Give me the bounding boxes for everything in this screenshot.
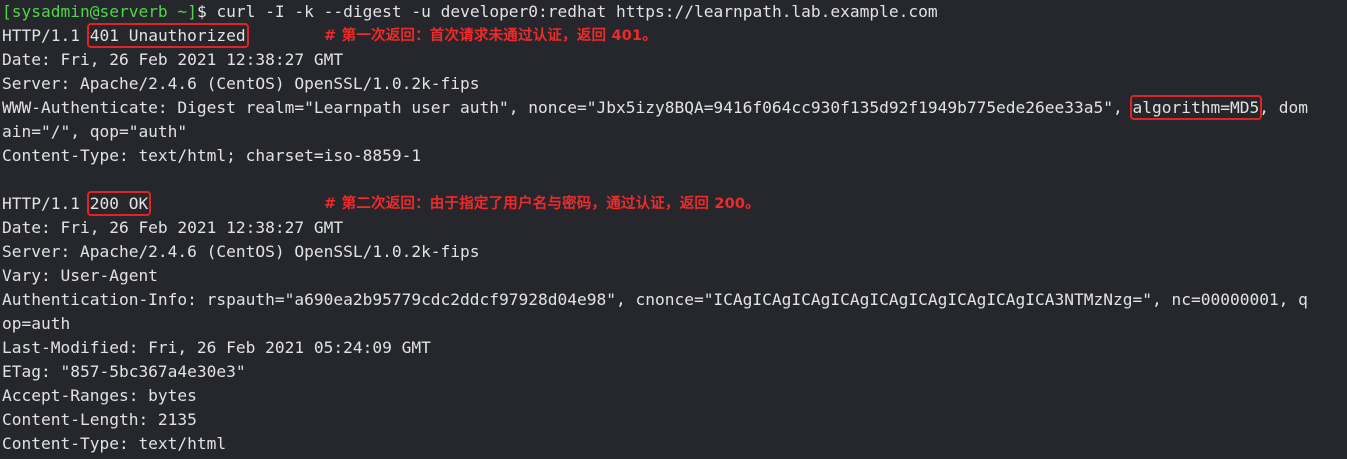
response1-server: Server: Apache/2.4.6 (CentOS) OpenSSL/1.…	[2, 74, 480, 93]
response2-status-prefix: HTTP/1.1	[2, 194, 90, 213]
response1-status-prefix: HTTP/1.1	[2, 26, 90, 45]
prompt-user-host: sysadmin@serverb	[11, 2, 168, 21]
prompt-line: [sysadmin@serverb ~]$ curl -I -k --diges…	[2, 0, 1347, 24]
response2-etag: ETag: "857-5bc367a4e30e3"	[2, 362, 246, 381]
response2-content-type: Content-Type: text/html	[2, 434, 227, 453]
response2-date: Date: Fri, 26 Feb 2021 12:38:27 GMT	[2, 218, 344, 237]
response2-status-line: HTTP/1.1 200 OK # 第二次返回：由于指定了用户名与密码，通过认证，…	[2, 191, 1347, 216]
terminal-window[interactable]: [sysadmin@serverb ~]$ curl -I -k --diges…	[0, 0, 1347, 459]
response1-www-authenticate-cont: ain="/", qop="auth"	[2, 122, 188, 141]
response2-vary: Vary: User-Agent	[2, 266, 158, 285]
response2-content-length: Content-Length: 2135	[2, 410, 197, 429]
response2-last-modified: Last-Modified: Fri, 26 Feb 2021 05:24:09…	[2, 338, 431, 357]
www-auth-suffix: , dom	[1259, 98, 1308, 117]
response2-status-highlight: 200 OK	[86, 191, 152, 216]
prompt-path: ~	[167, 2, 188, 21]
response2-authentication-info-cont: op=auth	[2, 314, 71, 333]
www-auth-algorithm-highlight: algorithm=MD5	[1129, 95, 1263, 120]
response2-authentication-info: Authentication-Info: rspauth="a690ea2b95…	[2, 290, 1308, 309]
response1-annotation: # 第一次返回：首次请求未通过认证，返回 401。	[324, 28, 658, 44]
response1-date: Date: Fri, 26 Feb 2021 12:38:27 GMT	[2, 50, 344, 69]
response2-annotation: # 第二次返回：由于指定了用户名与密码，通过认证，返回 200。	[324, 196, 760, 212]
command-text: curl -I -k --digest -u developer0:redhat…	[216, 2, 938, 21]
prompt-close-bracket: ]	[187, 2, 197, 21]
www-auth-prefix: WWW-Authenticate: Digest realm="Learnpat…	[2, 98, 1133, 117]
response2-server: Server: Apache/2.4.6 (CentOS) OpenSSL/1.…	[2, 242, 480, 261]
response1-status-line: HTTP/1.1 401 Unauthorized # 第一次返回：首次请求未通过…	[2, 23, 1347, 48]
response1-www-authenticate: WWW-Authenticate: Digest realm="Learnpat…	[2, 95, 1347, 120]
response1-content-type: Content-Type: text/html; charset=iso-885…	[2, 146, 422, 165]
response2-accept-ranges: Accept-Ranges: bytes	[2, 386, 197, 405]
prompt-open-bracket: [	[2, 2, 12, 21]
prompt-symbol: $	[196, 2, 217, 21]
response1-status-highlight: 401 Unauthorized	[86, 23, 249, 48]
